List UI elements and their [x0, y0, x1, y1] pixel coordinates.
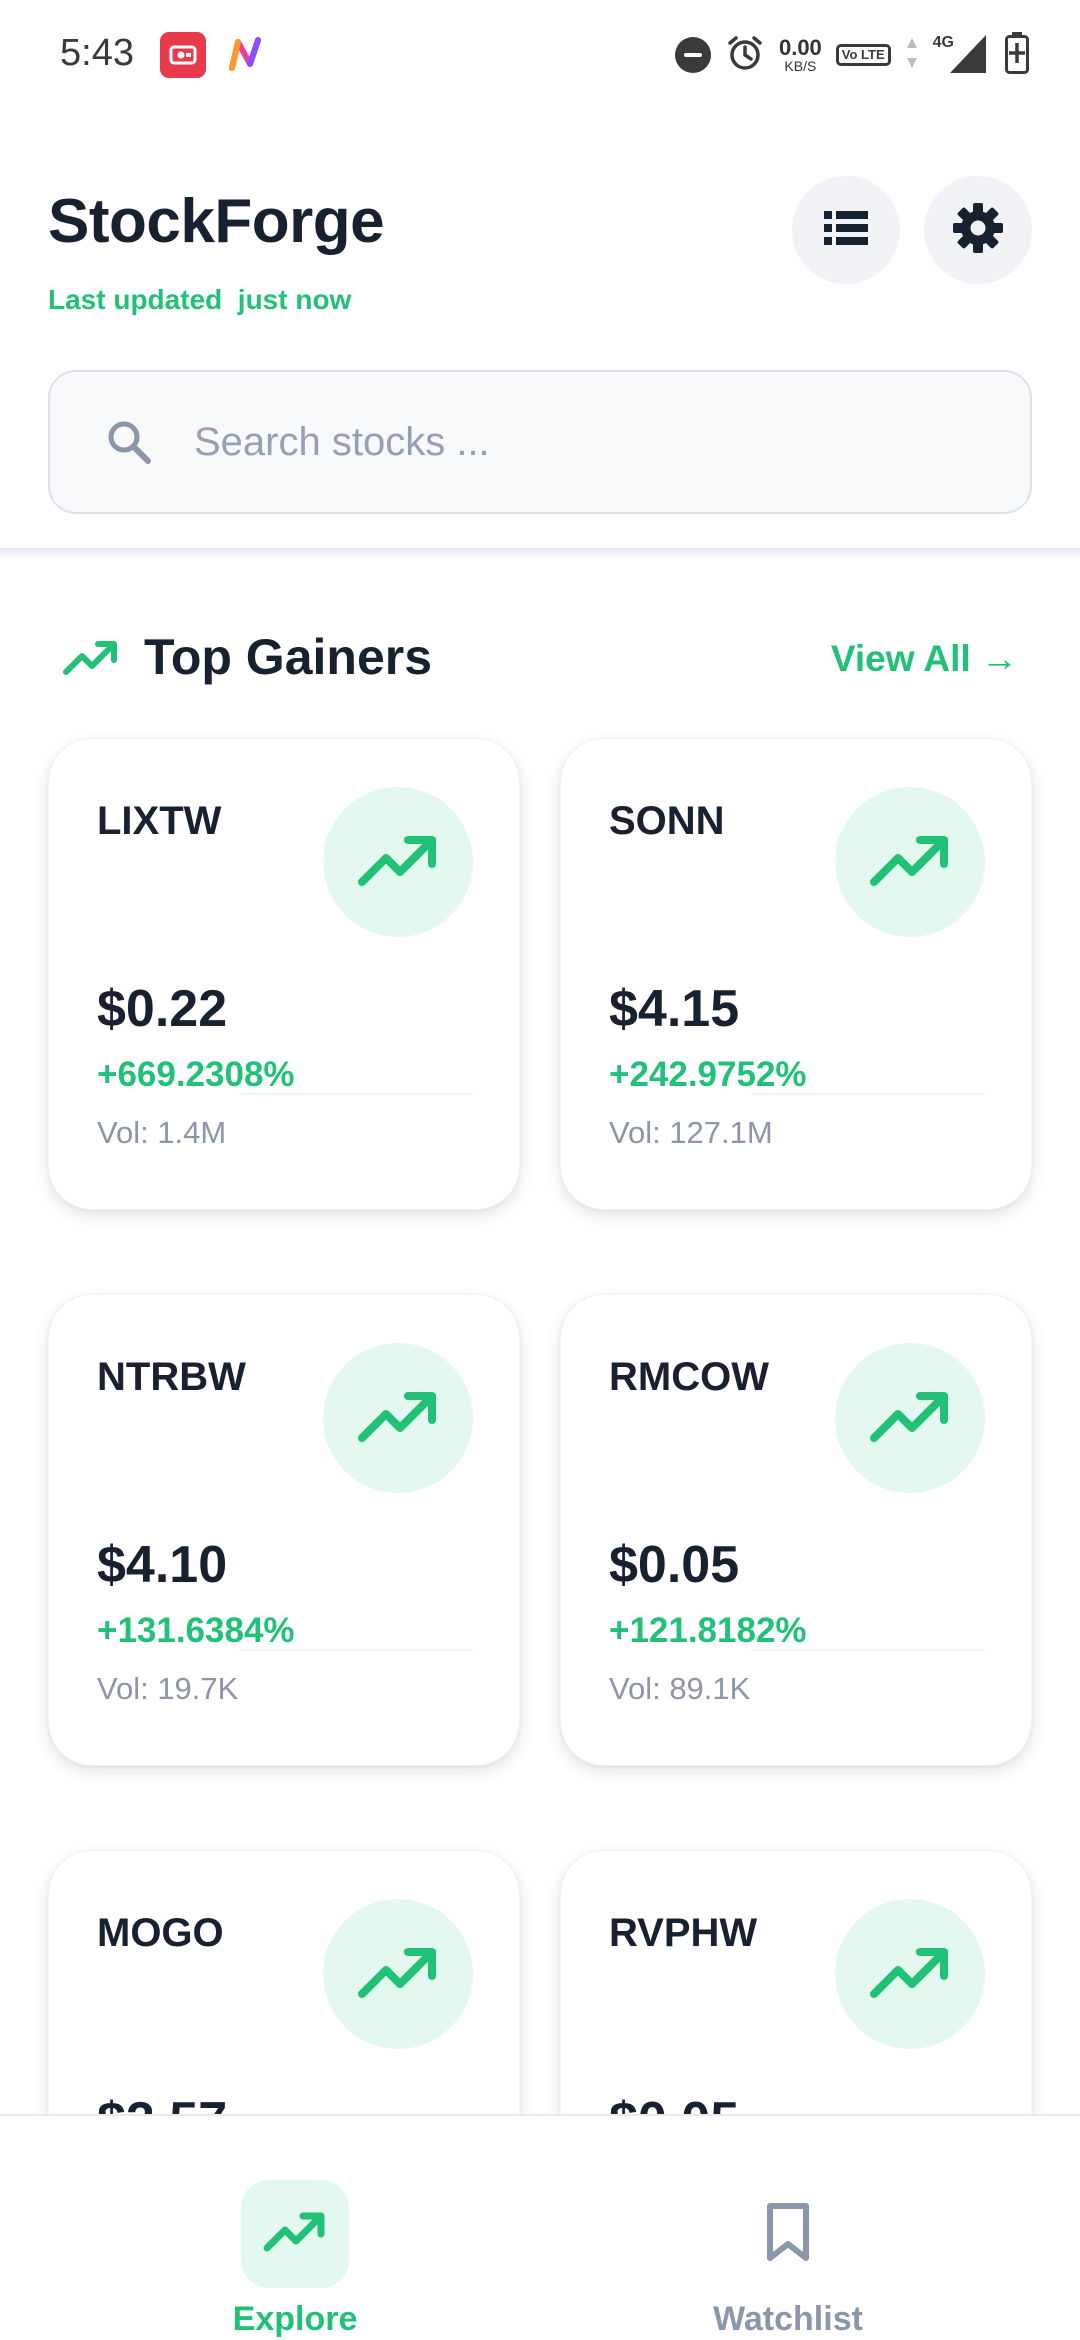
trending-up-icon: [62, 636, 118, 680]
trend-badge: [323, 787, 473, 937]
status-icons: 0.00 KB/S Vo LTE 4G: [674, 30, 1030, 80]
do-not-disturb-icon: [674, 37, 711, 73]
nav-watchlist-label: Watchlist: [713, 2300, 863, 2338]
app-title: StockForge: [48, 187, 385, 256]
search-icon: [104, 417, 154, 467]
list-view-button[interactable]: [792, 176, 900, 284]
status-bar: 5:43 0.00 KB/S Vo LTE 4G: [0, 0, 1080, 110]
stock-symbol: NTRBW: [97, 1355, 246, 1399]
card-divider: [239, 1649, 473, 1651]
data-arrows-icon: [905, 36, 919, 75]
battery-icon: [1004, 31, 1030, 80]
view-all-link[interactable]: View All →: [831, 638, 1018, 680]
stock-volume: Vol: 19.7K: [97, 1671, 239, 1706]
stock-change: +131.6384%: [97, 1611, 295, 1650]
stock-price: $4.15: [609, 980, 740, 1038]
trend-badge: [323, 1899, 473, 2049]
nav-explore-label: Explore: [232, 2300, 358, 2338]
trend-badge: [835, 1343, 985, 1493]
explore-icon-pill: [241, 2180, 349, 2288]
card-divider: [239, 1093, 473, 1095]
stock-card[interactable]: RMCOW $0.05 +121.8182% Vol: 89.1K: [560, 1294, 1032, 1766]
stock-symbol: RMCOW: [609, 1355, 769, 1399]
stock-price: $0.05: [609, 1536, 740, 1594]
trending-up-icon: [356, 1942, 440, 2007]
stock-change: +669.2308%: [97, 1055, 295, 1094]
stock-change: +242.9752%: [609, 1055, 807, 1094]
header-divider: [0, 548, 1080, 556]
network-speed-value: 0.00: [778, 35, 822, 60]
volte-icon: Vo LTE: [835, 44, 891, 66]
stock-card[interactable]: SONN $4.15 +242.9752% Vol: 127.1M: [560, 738, 1032, 1210]
stock-volume: Vol: 89.1K: [609, 1671, 751, 1706]
stock-change: +121.8182%: [609, 1611, 807, 1650]
stock-volume: Vol: 1.4M: [97, 1115, 227, 1150]
trend-badge: [835, 787, 985, 937]
stock-card[interactable]: LIXTW $0.22 +669.2308% Vol: 1.4M: [48, 738, 520, 1210]
stock-volume: Vol: 127.1M: [609, 1115, 773, 1150]
settings-button[interactable]: [924, 176, 1032, 284]
status-time: 5:43: [60, 32, 134, 74]
section-title: Top Gainers: [144, 629, 433, 685]
trend-badge: [323, 1343, 473, 1493]
app-notification-icon: [226, 34, 266, 74]
gear-icon: [952, 202, 1004, 259]
stock-symbol: LIXTW: [97, 799, 222, 843]
card-divider: [751, 1649, 985, 1651]
bookmark-icon: [760, 2200, 816, 2264]
trending-up-icon: [868, 1386, 952, 1451]
stock-symbol: SONN: [609, 799, 725, 843]
stock-price: $0.22: [97, 980, 228, 1038]
nav-watchlist[interactable]: Watchlist: [540, 2116, 1080, 2340]
trending-up-icon: [356, 1386, 440, 1451]
stock-price: $4.10: [97, 1536, 228, 1594]
network-speed-unit: KB/S: [784, 58, 817, 74]
card-divider: [751, 1093, 985, 1095]
network-speed: 0.00 KB/S: [778, 35, 822, 74]
search-input[interactable]: [194, 419, 954, 465]
bottom-navigation: Explore Watchlist: [0, 2114, 1080, 2340]
stock-card[interactable]: NTRBW $4.10 +131.6384% Vol: 19.7K: [48, 1294, 520, 1766]
trend-badge: [835, 1899, 985, 2049]
last-updated-text: Last updated just now: [48, 284, 352, 315]
stock-symbol: RVPHW: [609, 1911, 758, 1955]
trending-up-icon: [868, 1942, 952, 2007]
screen-record-icon: [160, 32, 206, 78]
search-bar[interactable]: [48, 370, 1032, 514]
nav-explore[interactable]: Explore: [0, 2116, 540, 2340]
trending-up-icon: [263, 2208, 327, 2261]
list-icon: [822, 208, 870, 253]
alarm-icon: [725, 33, 765, 78]
stock-symbol: MOGO: [97, 1911, 224, 1955]
trending-up-icon: [868, 830, 952, 895]
network-type: 4G: [932, 34, 954, 51]
trending-up-icon: [356, 830, 440, 895]
